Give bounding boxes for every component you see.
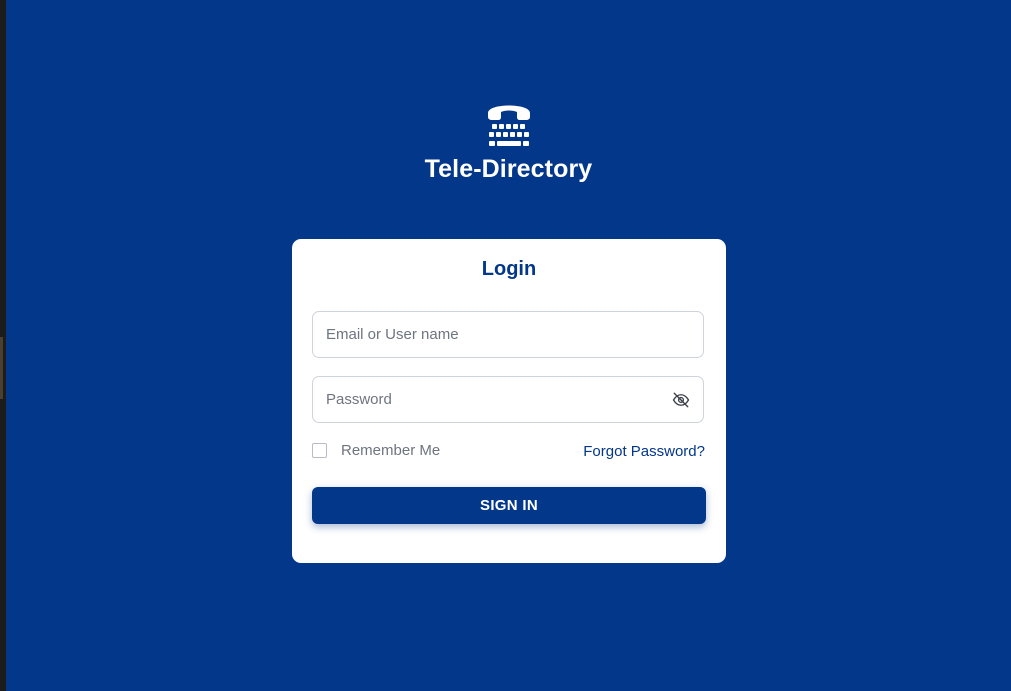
email-input[interactable] [313,312,643,357]
telephone-keypad-icon [487,105,530,146]
remember-me[interactable]: Remember Me [312,442,440,459]
app-title: Tele-Directory [424,155,593,183]
eye-slash-icon[interactable] [672,391,690,409]
resize-handle[interactable] [0,337,3,399]
remember-me-label: Remember Me [341,442,441,459]
login-heading: Login [481,258,537,280]
password-input[interactable] [313,377,643,422]
email-field[interactable] [312,311,704,358]
password-field[interactable] [312,376,704,423]
brand-header: Tele-Directory [0,100,1011,184]
remember-me-checkbox[interactable] [312,443,327,458]
sign-in-button[interactable]: SIGN IN [312,487,706,524]
forgot-password-link[interactable]: Forgot Password? [583,443,705,460]
login-card: Login Remember Me Forgot Password? SIGN … [292,239,726,563]
